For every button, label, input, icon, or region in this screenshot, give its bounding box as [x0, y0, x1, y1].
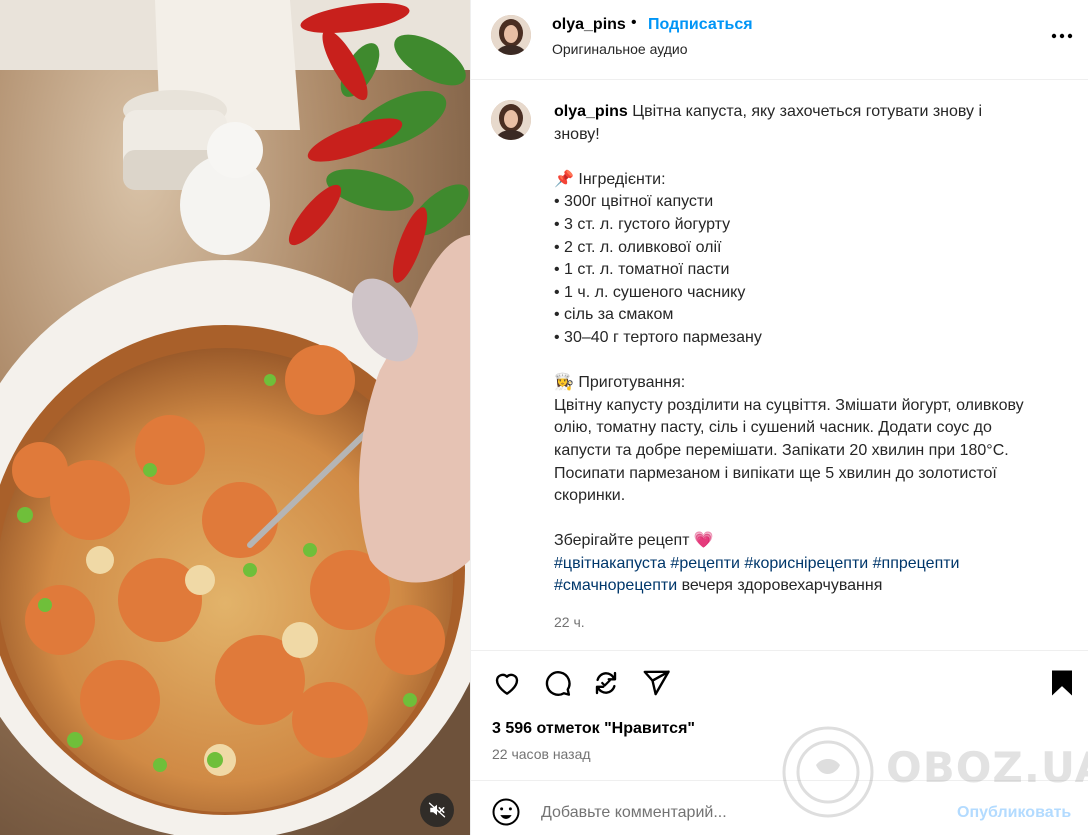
more-icon: [1051, 33, 1073, 39]
audio-link[interactable]: Оригинальное аудио: [552, 41, 688, 57]
ingredient-item: • 1 ч. л. сушеного часнику: [554, 283, 746, 301]
hashtag-link[interactable]: #рецепти: [670, 555, 740, 572]
bookmark-icon: [1052, 670, 1072, 696]
ingredient-item: • сіль за смаком: [554, 306, 674, 324]
avatar-image: [491, 100, 531, 140]
comment-icon: [545, 671, 571, 696]
send-button[interactable]: [640, 667, 672, 699]
hashtag-link[interactable]: #ппрецепти: [873, 555, 960, 572]
save-button[interactable]: [1046, 667, 1078, 699]
emoji-button[interactable]: [491, 797, 521, 827]
caption-trailing-text: вечеря здоровехарчування: [681, 577, 883, 595]
hashtag-link[interactable]: #цвітнакапуста: [554, 555, 666, 572]
post-media[interactable]: [0, 0, 470, 835]
comment-bar: Опубликовать: [471, 780, 1088, 835]
ingredient-item: • 2 ст. л. оливкової олії: [554, 238, 722, 256]
speaker-muted-icon: [428, 802, 446, 818]
heart-icon: [495, 673, 519, 695]
repost-button[interactable]: [590, 667, 622, 699]
method-heading: 👩‍🍳 Приготування:: [554, 374, 686, 392]
separator-dot: •: [631, 14, 637, 31]
post-side-panel: olya_pins • Подписаться Оригинальное ауд…: [470, 0, 1088, 835]
send-icon: [643, 670, 670, 696]
ingredients-heading: 📌 Інгредієнти:: [554, 170, 666, 188]
comment-button[interactable]: [541, 667, 573, 699]
like-button[interactable]: [491, 667, 523, 699]
save-recipe-line: Зберігайте рецепт 💗: [554, 532, 714, 550]
author-username[interactable]: olya_pins: [552, 16, 626, 34]
hashtag-link[interactable]: #смачнорецепти: [554, 577, 677, 594]
ingredient-item: • 1 ст. л. томатної пасти: [554, 261, 730, 279]
emoji-icon: [492, 798, 520, 826]
caption-text: olya_pins Цвітна капуста, яку захочеться…: [554, 101, 1029, 631]
ingredient-item: • 300г цвітної капусти: [554, 193, 714, 211]
post-header: olya_pins • Подписаться Оригинальное ауд…: [471, 0, 1088, 80]
ingredient-item: • 3 ст. л. густого йогурту: [554, 215, 731, 233]
caption-timestamp[interactable]: 22 ч.: [554, 613, 1029, 631]
publish-button[interactable]: Опубликовать: [957, 804, 1071, 822]
repost-icon: [595, 671, 617, 695]
ingredient-item: • 30–40 г тертого пармезану: [554, 328, 762, 346]
caption-section: olya_pins Цвітна капуста, яку захочеться…: [471, 80, 1088, 650]
hashtag-link[interactable]: #кориснірецепти: [744, 555, 868, 572]
more-options-button[interactable]: [1047, 24, 1077, 48]
comment-input[interactable]: [541, 801, 921, 825]
caption-avatar[interactable]: [491, 100, 531, 140]
avatar-image: [491, 15, 531, 55]
author-avatar[interactable]: [491, 15, 531, 55]
follow-button[interactable]: Подписаться: [648, 16, 753, 34]
mute-button[interactable]: [420, 793, 454, 827]
post-photo: [0, 0, 470, 835]
likes-count[interactable]: 3 596 отметок "Нравится": [492, 720, 695, 738]
caption-username[interactable]: olya_pins: [554, 103, 628, 120]
post-age[interactable]: 22 часов назад: [492, 746, 591, 762]
action-bar: 3 596 отметок "Нравится" 22 часов назад: [471, 650, 1088, 780]
method-text: Цвітну капусту розділити на суцвіття. Зм…: [554, 396, 1024, 505]
